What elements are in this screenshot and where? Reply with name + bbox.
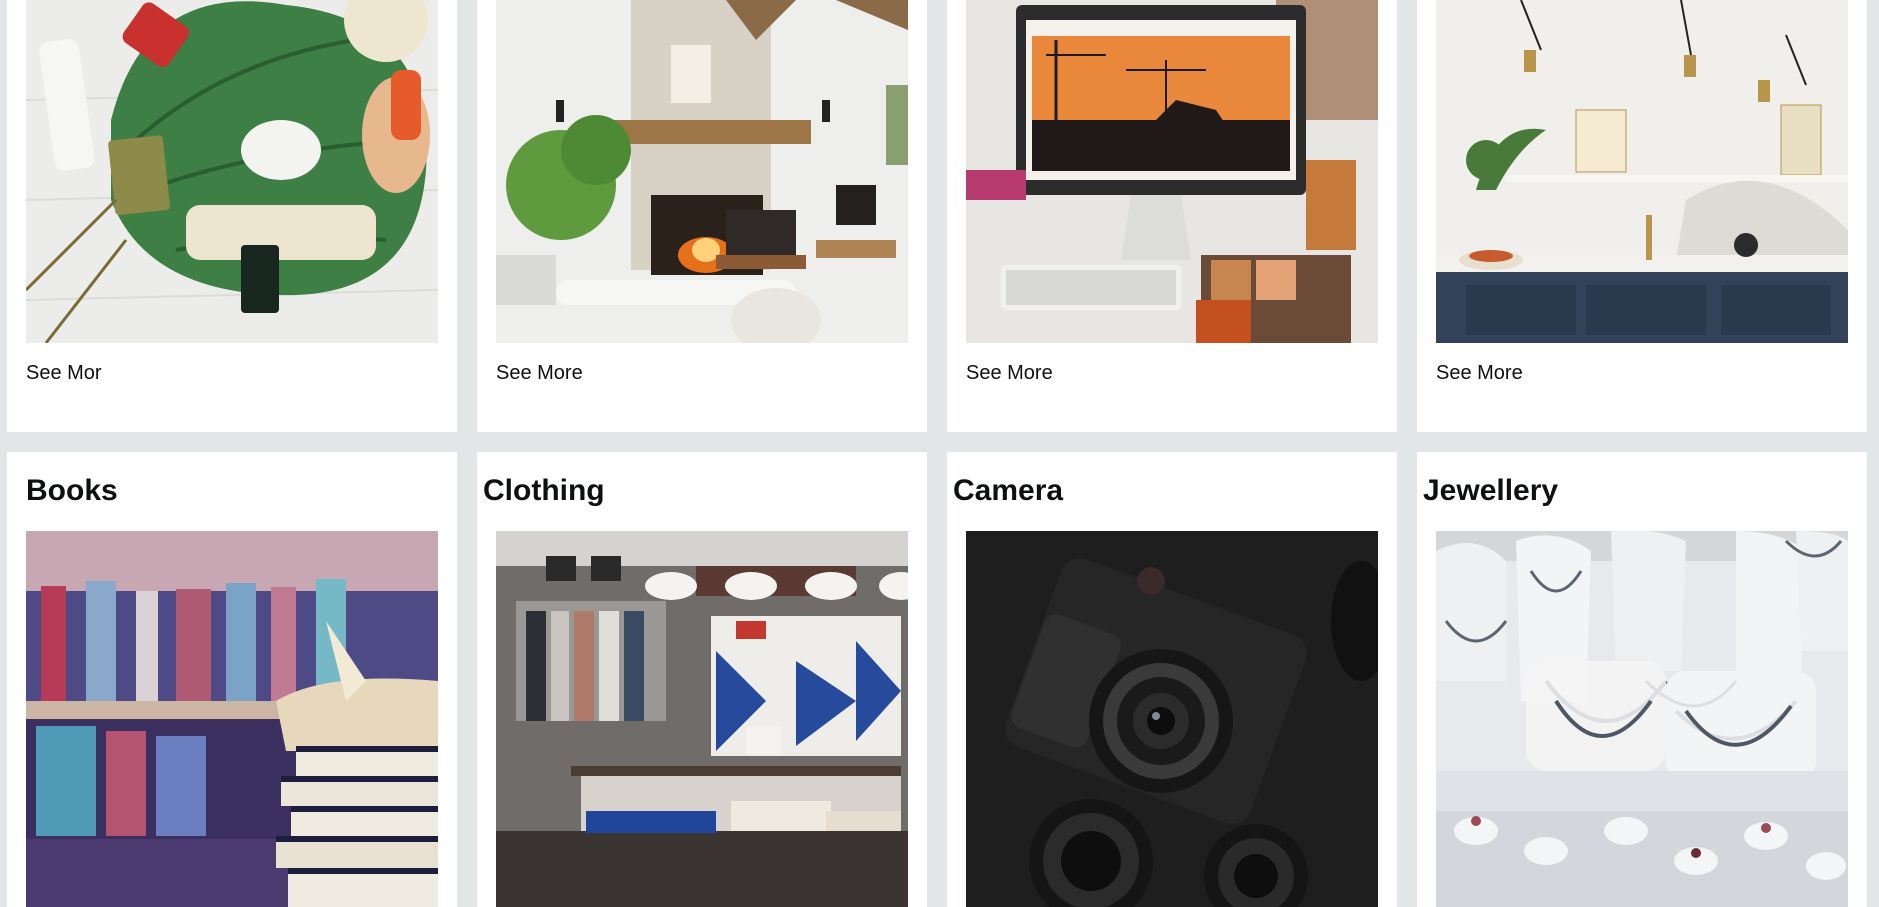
category-card-beauty: See Mor <box>7 0 457 432</box>
category-card-computers: See More <box>947 0 1397 432</box>
see-more-link[interactable]: See Mor <box>26 362 102 385</box>
see-more-link[interactable]: See More <box>496 362 583 385</box>
kitchen-image[interactable] <box>1436 0 1848 343</box>
jewellery-display-image[interactable] <box>1436 531 1848 907</box>
see-more-link[interactable]: See More <box>966 362 1053 385</box>
computer-desk-image[interactable] <box>966 0 1378 343</box>
category-card-kitchen: See More <box>1417 0 1867 432</box>
living-room-image[interactable] <box>496 0 908 343</box>
clothing-store-image[interactable] <box>496 531 908 907</box>
books-image[interactable] <box>26 531 438 907</box>
card-title: Books <box>26 474 118 507</box>
card-title: Jewellery <box>1423 474 1559 507</box>
camera-image[interactable] <box>966 531 1378 907</box>
card-title: Clothing <box>483 474 605 507</box>
card-title: Camera <box>953 474 1064 507</box>
category-card-jewellery: Jewellery <box>1417 452 1867 907</box>
see-more-link[interactable]: See More <box>1436 362 1523 385</box>
category-card-camera: Camera <box>947 452 1397 907</box>
beauty-products-image[interactable] <box>26 0 438 343</box>
category-card-books: Books <box>7 452 457 907</box>
category-card-clothing: Clothing <box>477 452 927 907</box>
category-card-home: See More <box>477 0 927 432</box>
